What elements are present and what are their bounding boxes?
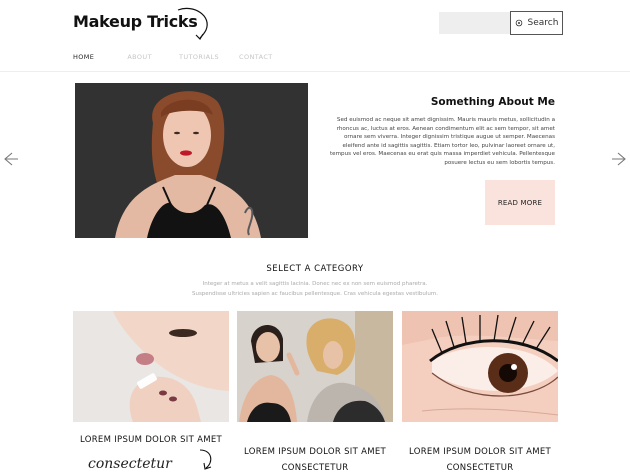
nav-item-about[interactable]: ABOUT (127, 53, 152, 61)
search-button[interactable]: Search (510, 11, 563, 35)
category-subtitle-line-1: Integer at metus a velit sagittis lacini… (202, 281, 428, 287)
category-heading: SELECT A CATEGORY (266, 264, 364, 274)
category-card-image-eye[interactable] (402, 311, 558, 422)
search-icon (515, 19, 522, 27)
nav-item-home[interactable]: HOME (73, 53, 94, 61)
category-card-subtitle-2: CONSECTETUR (281, 463, 349, 472)
category-card-title-2[interactable]: LOREM IPSUM DOLOR SIT AMET (235, 447, 395, 457)
nav-item-tutorials[interactable]: TUTORIALS (179, 53, 219, 61)
category-card-subtitle-3: CONSECTETUR (446, 463, 514, 472)
category-subtitle-line-2: Suspendisse ultricies sapien ac faucibus… (191, 291, 439, 297)
search-button-label: Search (527, 18, 559, 28)
about-text: Sed euismod ac neque sit amet dignissim.… (329, 117, 555, 166)
logo-curved-arrow-icon (177, 7, 208, 40)
curved-arrow-icon (199, 449, 212, 470)
category-card-image-makeup-artist[interactable] (237, 311, 393, 422)
arrow-left-icon[interactable] (3, 151, 19, 167)
category-card-subtitle-1: consectetur (88, 456, 172, 472)
hero-portrait-image (75, 83, 308, 238)
category-card-title-1[interactable]: LOREM IPSUM DOLOR SIT AMET (71, 435, 231, 445)
read-more-button[interactable]: READ MORE (485, 180, 555, 225)
category-card-title-3[interactable]: LOREM IPSUM DOLOR SIT AMET (400, 447, 560, 457)
search-input[interactable] (439, 12, 511, 34)
arrow-right-icon[interactable] (611, 151, 627, 167)
category-subtitle: Integer at metus a velit sagittis lacini… (150, 279, 480, 299)
about-title: Something About Me (430, 96, 555, 108)
nav-item-contact[interactable]: CONTACT (239, 53, 273, 61)
category-card-image-lipstick[interactable] (73, 311, 229, 422)
site-header: Makeup Tricks Search HOME ABOUT TUTORIAL… (0, 0, 630, 72)
main-nav: HOME ABOUT TUTORIALS CONTACT (73, 53, 273, 61)
